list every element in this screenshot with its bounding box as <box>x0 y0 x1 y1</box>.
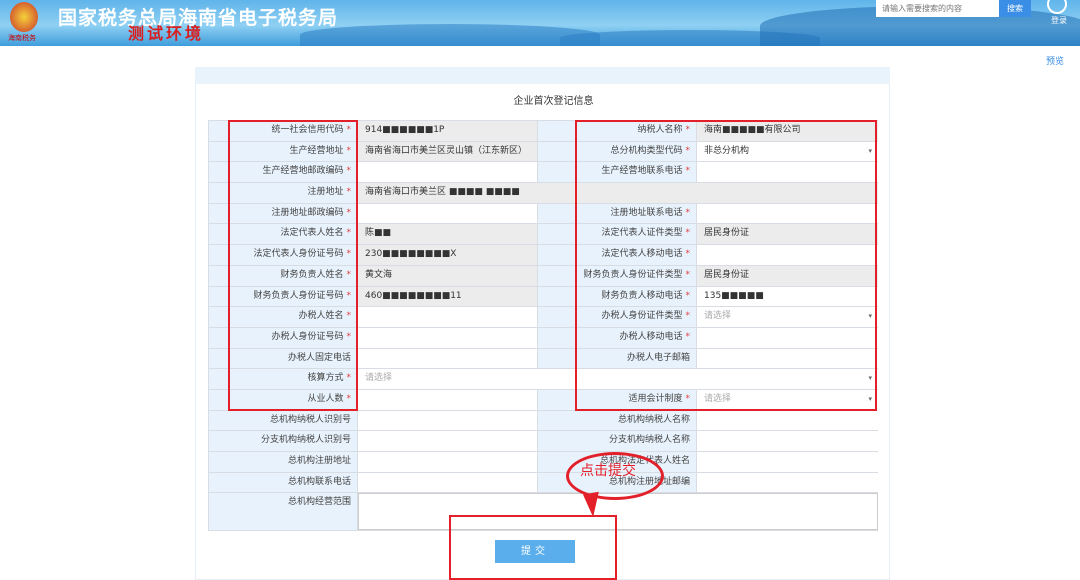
field-value: 请选择 <box>365 373 393 384</box>
input-field: 914■■■■■■1P <box>358 121 537 141</box>
label-text: 总机构注册地址 <box>287 456 351 466</box>
preview-link[interactable]: 预览 <box>1046 54 1064 67</box>
env-label: 测试环境 <box>128 24 205 43</box>
field-label: 总机构经营范围 <box>208 493 358 531</box>
field-value: 914■■■■■■1P <box>365 125 445 135</box>
input-field[interactable] <box>358 389 537 410</box>
annotation-box-submit <box>449 515 617 580</box>
input-field[interactable] <box>358 452 537 472</box>
input-field[interactable] <box>358 472 537 493</box>
input-field[interactable] <box>358 327 537 348</box>
field-value: 460■■■■■■■■11 <box>365 290 462 301</box>
label-text: 分支机构纳税人名称 <box>608 435 690 446</box>
input-field[interactable] <box>697 431 878 451</box>
input-field[interactable] <box>358 431 537 451</box>
field-value: 230■■■■■■■■X <box>365 249 457 260</box>
emblem-text: 海南税务 <box>8 34 36 42</box>
field-value: 陈■■ <box>365 228 392 239</box>
form-row: 总机构联系电话 总机构注册地址邮编 <box>208 472 878 494</box>
field-label: 总机构注册地址 <box>208 452 358 472</box>
input-field: 460■■■■■■■■11 <box>358 286 537 307</box>
input-field[interactable] <box>358 162 537 183</box>
annotation-box-right <box>575 120 877 411</box>
field-value: 黄文海 <box>365 269 393 280</box>
input-field: 230■■■■■■■■X <box>358 245 537 265</box>
annotation-text: 点击提交 <box>580 463 636 479</box>
field-label: 总机构联系电话 <box>208 472 358 493</box>
panel-header-strip <box>195 67 890 84</box>
input-field[interactable] <box>697 472 878 493</box>
label-text: 总机构经营范围 <box>287 497 351 508</box>
input-field[interactable] <box>358 410 537 431</box>
search-button[interactable]: 搜索 <box>999 0 1031 17</box>
input-field[interactable] <box>358 348 537 369</box>
login-link[interactable]: 登录 <box>1051 15 1067 26</box>
input-field: 海南省海口市美兰区灵山镇（江东新区） <box>358 141 537 162</box>
annotation-box-left <box>228 120 358 411</box>
input-field[interactable] <box>697 410 878 431</box>
field-value: 海南省海口市美兰区灵山镇（江东新区） <box>365 145 528 156</box>
label-text: 总机构纳税人识别号 <box>269 414 351 425</box>
label-text: 总机构纳税人名称 <box>617 414 690 425</box>
form-row: 总机构注册地址 总机构法定代表人姓名 <box>208 452 878 473</box>
form-title: 企业首次登记信息 <box>513 96 594 107</box>
field-label: 总机构纳税人识别号 <box>208 410 358 431</box>
user-icon[interactable] <box>1047 0 1067 14</box>
input-field[interactable] <box>358 203 537 224</box>
header-banner: 海南税务 国家税务总局海南省电子税务局 测试环境 搜索 登录 <box>0 0 1080 46</box>
input-field[interactable] <box>358 307 537 327</box>
label-text: 分支机构纳税人识别号 <box>260 435 351 446</box>
field-value: 海南省海口市美兰区 ■■■■ ■■■■ <box>365 187 520 198</box>
field-label: 总机构纳税人名称 <box>537 410 697 431</box>
field-label: 分支机构纳税人识别号 <box>208 431 358 451</box>
tax-emblem-icon <box>10 2 38 32</box>
label-text: 总机构联系电话 <box>287 476 351 487</box>
search-input[interactable] <box>876 0 999 17</box>
field-label: 分支机构纳税人名称 <box>537 431 697 451</box>
input-field: 陈■■ <box>358 224 537 245</box>
form-row: 总机构纳税人识别号 总机构纳税人名称 <box>208 410 878 432</box>
input-field: 黄文海 <box>358 265 537 286</box>
form-row: 分支机构纳税人识别号 分支机构纳税人名称 <box>208 431 878 452</box>
input-field[interactable] <box>697 452 878 472</box>
